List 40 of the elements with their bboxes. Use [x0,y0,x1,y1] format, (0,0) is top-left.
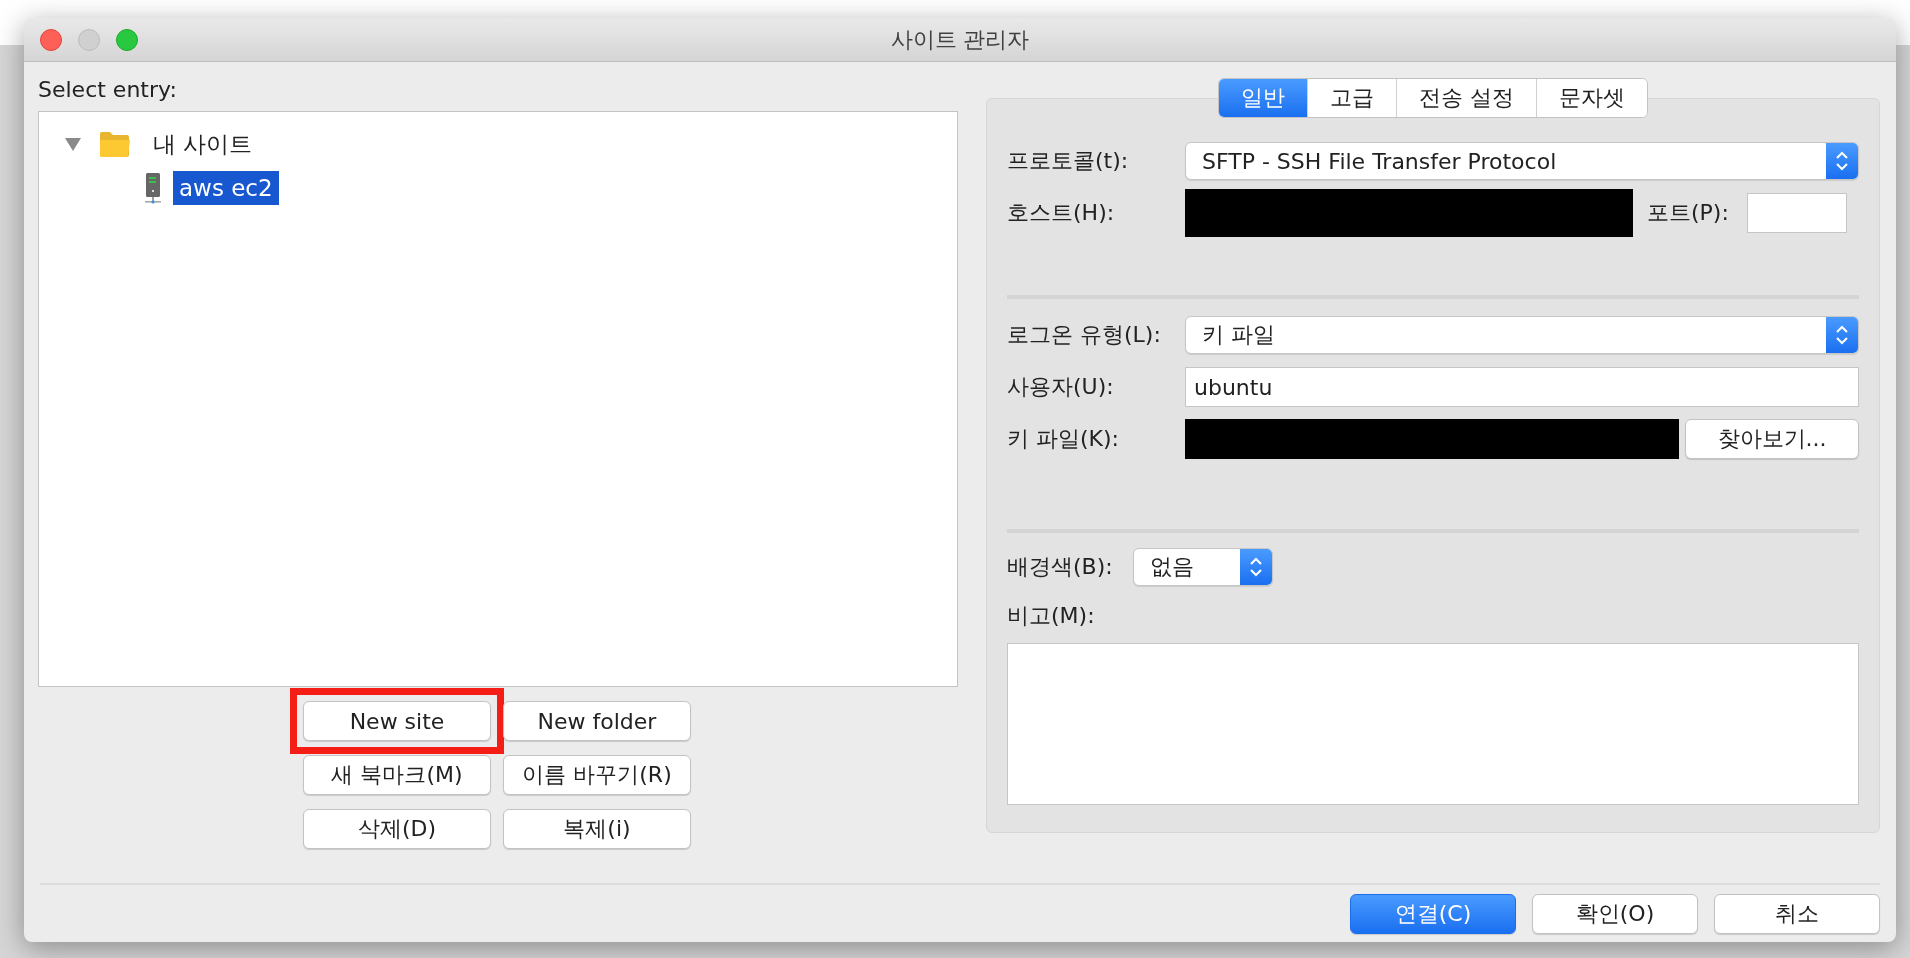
chevron-updown-icon [1834,323,1850,347]
field-label: 키 파일(K): [1007,425,1120,453]
chevron-updown-icon [1248,555,1264,579]
disclosure-triangle-icon[interactable] [63,136,83,152]
site-action-button[interactable]: 이름 바꾸기(R) [503,755,691,795]
comments-field[interactable] [1007,643,1859,805]
tab[interactable]: 문자셋 [1536,79,1647,117]
dialog-button[interactable]: 연결(C) [1350,893,1516,934]
browse-button[interactable]: 찾아보기... [1685,419,1859,459]
logon-type-select[interactable]: 키 파일 [1185,316,1859,354]
tree-item[interactable]: aws ec2 [173,171,279,205]
site-action-button[interactable]: 복제(i) [503,809,691,849]
chevron-updown-icon [1834,149,1850,173]
field-label: 프로토콜(t): [1007,147,1130,175]
site-action-button[interactable]: New folder [503,701,691,741]
dialog-button[interactable]: 확인(O) [1532,893,1698,934]
field-label: 사용자(U): [1007,373,1115,401]
folder-icon [99,130,131,158]
field-label: 호스트(H): [1007,199,1116,227]
server-icon [143,172,163,204]
port-field[interactable] [1746,193,1847,233]
tree-item[interactable]: 내 사이트 [147,124,259,164]
host-field[interactable] [1185,189,1633,237]
key-file-field[interactable] [1185,419,1679,459]
protocol-select[interactable]: SFTP - SSH File Transfer Protocol [1185,142,1859,180]
field-label: 비고(M): [1007,602,1096,630]
minimize-icon[interactable] [78,29,100,51]
field-label: 포트(P): [1646,199,1730,227]
site-action-button[interactable]: 새 북마크(M) [303,755,491,795]
close-icon[interactable] [40,29,62,51]
zoom-icon[interactable] [116,29,138,51]
user-field[interactable]: ubuntu [1185,367,1859,407]
select-entry-label: Select entry: [38,76,178,104]
window-title: 사이트 관리자 [890,25,1030,54]
dialog-button[interactable]: 취소 [1714,893,1880,934]
site-action-button[interactable]: New site [303,701,491,741]
field-label: 로그온 유형(L): [1007,321,1162,349]
site-action-button[interactable]: 삭제(D) [303,809,491,849]
field-label: 배경색(B): [1007,553,1114,581]
background-color-select[interactable]: 없음 [1133,548,1273,586]
